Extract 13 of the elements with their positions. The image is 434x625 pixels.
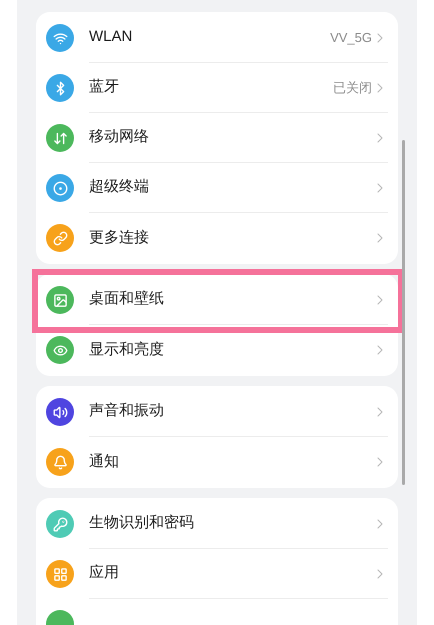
setting-label: 应用: [89, 563, 120, 584]
setting-label: 蓝牙: [89, 77, 120, 98]
setting-value: 已关闭: [333, 78, 372, 97]
setting-label: 移动网络: [89, 127, 150, 148]
setting-label: 生物识别和密码: [89, 513, 195, 534]
setting-label: 通知: [89, 452, 120, 472]
setting-label: WLAN: [89, 27, 134, 48]
setting-label: 更多连接: [89, 228, 150, 248]
setting-label: 声音和振动: [89, 401, 165, 422]
setting-label: 桌面和壁纸: [89, 289, 165, 310]
setting-label: 显示和亮度: [89, 340, 165, 360]
setting-value: VV_5G: [330, 28, 372, 47]
setting-label: 超级终端: [89, 177, 150, 198]
